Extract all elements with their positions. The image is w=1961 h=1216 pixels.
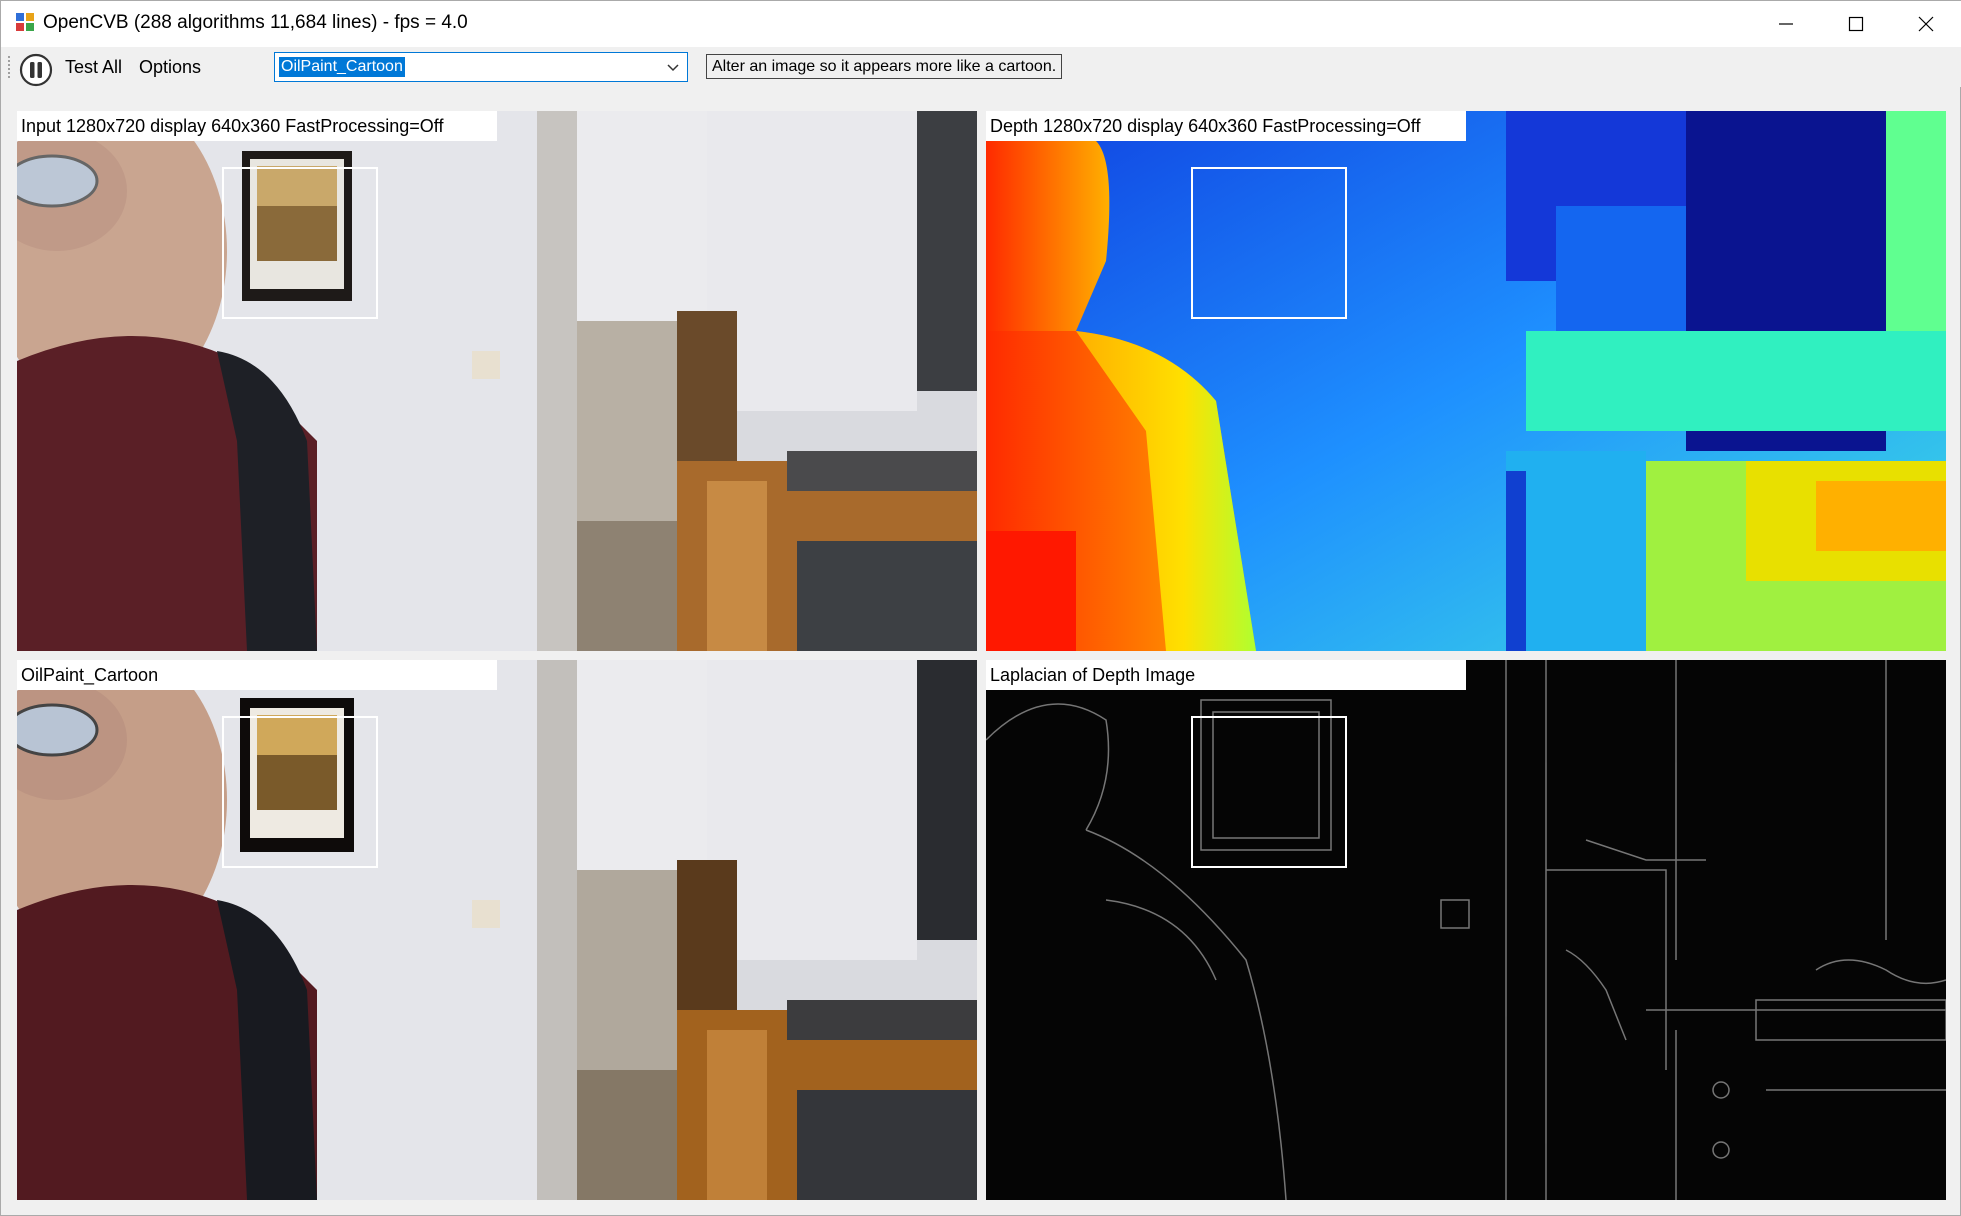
roi-box[interactable] xyxy=(1191,167,1347,319)
roi-box[interactable] xyxy=(222,167,378,319)
input-image-panel[interactable]: Input 1280x720 display 640x360 FastProce… xyxy=(17,111,977,651)
depth-image xyxy=(986,111,1946,651)
options-menu[interactable]: Options xyxy=(139,57,201,78)
maximize-icon xyxy=(1848,16,1864,32)
result2-panel-label: Laplacian of Depth Image xyxy=(986,660,1466,690)
algorithm-description: Alter an image so it appears more like a… xyxy=(706,54,1063,79)
chevron-down-icon[interactable] xyxy=(665,59,681,75)
depth-panel-label: Depth 1280x720 display 640x360 FastProce… xyxy=(986,111,1466,141)
pause-button[interactable] xyxy=(19,53,53,87)
algorithm-dropdown[interactable]: OilPaint_Cartoon xyxy=(274,52,688,82)
depth-image-panel[interactable]: Depth 1280x720 display 640x360 FastProce… xyxy=(986,111,1946,651)
toolbar-grip[interactable] xyxy=(7,55,11,79)
maximize-button[interactable] xyxy=(1821,1,1891,47)
close-icon xyxy=(1918,16,1934,32)
title-bar: OpenCVB (288 algorithms 11,684 lines) - … xyxy=(1,1,1961,47)
result1-panel-label: OilPaint_Cartoon xyxy=(17,660,497,690)
input-panel-label: Input 1280x720 display 640x360 FastProce… xyxy=(17,111,497,141)
opencvb-app-icon xyxy=(15,12,35,32)
laplacian-result-image xyxy=(986,660,1946,1200)
window-title: OpenCVB (288 algorithms 11,684 lines) - … xyxy=(43,12,468,33)
test-all-menu[interactable]: Test All xyxy=(65,57,122,78)
result1-image-panel[interactable]: OilPaint_Cartoon xyxy=(17,660,977,1200)
main-window: OpenCVB (288 algorithms 11,684 lines) - … xyxy=(0,0,1961,1216)
cartoon-result-image xyxy=(17,660,977,1200)
input-image xyxy=(17,111,977,651)
close-button[interactable] xyxy=(1891,1,1961,47)
roi-box[interactable] xyxy=(1191,716,1347,868)
pause-icon xyxy=(19,53,53,87)
algorithm-dropdown-value: OilPaint_Cartoon xyxy=(279,57,405,77)
roi-box[interactable] xyxy=(222,716,378,868)
result2-image-panel[interactable]: Laplacian of Depth Image xyxy=(986,660,1946,1200)
toolbar: Test All Options OilPaint_Cartoon Alter … xyxy=(1,47,1961,87)
minimize-icon xyxy=(1779,23,1793,25)
minimize-button[interactable] xyxy=(1751,1,1821,47)
